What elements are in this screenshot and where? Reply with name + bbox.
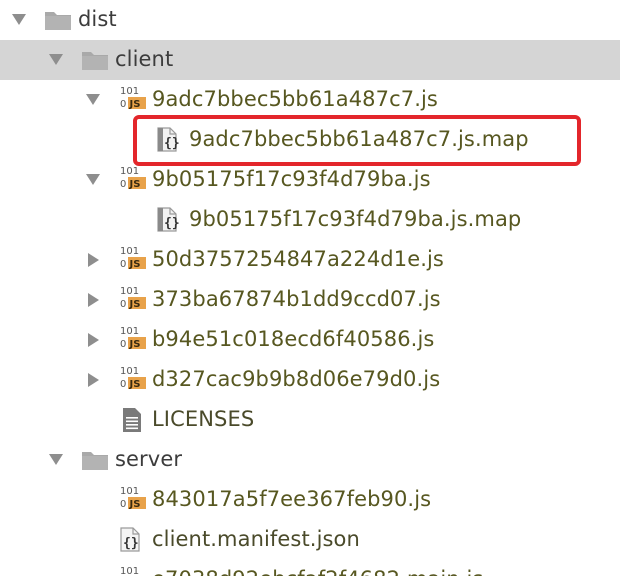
javascript-file-icon: 101 0JS xyxy=(118,245,148,277)
svg-text:101: 101 xyxy=(120,486,139,497)
tree-item-label: dist xyxy=(78,7,117,31)
tree-item-label: e7038d92ebcfaf2f4682.main.js xyxy=(152,567,483,576)
tree-file-row[interactable]: 1010JS e7038d92ebcfaf2f4682.main.js xyxy=(0,560,620,576)
svg-text:{}: {} xyxy=(123,536,139,551)
folder-icon xyxy=(81,449,109,475)
project-file-tree: dist client 101 0 JS 9adc7bbec5bb61a487c7.js{… xyxy=(0,0,620,576)
tree-item-label: 9b05175f17c93f4d79ba.js xyxy=(152,167,431,191)
javascript-file-icon: 101 0JS xyxy=(118,485,148,517)
svg-text:JS: JS xyxy=(129,379,141,390)
tree-item-label: client xyxy=(115,47,174,71)
svg-text:0: 0 xyxy=(120,259,126,270)
svg-text:JS: JS xyxy=(129,259,141,270)
tree-file-row[interactable]: 101 0 JS d327cac9b9b8d06e79d0.js xyxy=(0,360,620,400)
svg-text:101: 101 xyxy=(120,566,139,576)
svg-text:101: 101 xyxy=(120,326,139,337)
tree-item-label: 373ba67874b1dd9ccd07.js xyxy=(152,287,441,311)
svg-text:{}: {} xyxy=(164,216,180,231)
chevron-right-icon[interactable] xyxy=(88,333,99,347)
chevron-down-icon[interactable] xyxy=(12,14,26,25)
sourcemap-file-icon: {} xyxy=(155,206,181,238)
svg-text:101: 101 xyxy=(120,166,139,177)
tree-item-label: server xyxy=(115,447,183,471)
svg-text:101: 101 xyxy=(120,286,139,297)
tree-item-label: 9adc7bbec5bb61a487c7.js xyxy=(152,87,438,111)
javascript-file-icon: 101 0JS xyxy=(118,165,148,197)
text-file-icon xyxy=(121,406,143,438)
tree-item-label: 9adc7bbec5bb61a487c7.js.map xyxy=(189,127,529,151)
tree-item-label: 843017a5f7ee367feb90.js xyxy=(152,487,432,511)
svg-text:JS: JS xyxy=(129,499,141,510)
svg-text:0: 0 xyxy=(120,339,126,350)
tree-file-row[interactable]: 101 0 JS 373ba67874b1dd9ccd07.js xyxy=(0,280,620,320)
chevron-down-icon[interactable] xyxy=(86,94,100,105)
tree-folder-row[interactable]: server xyxy=(0,440,620,480)
tree-folder-row[interactable]: dist xyxy=(0,0,620,40)
folder-icon xyxy=(81,49,109,75)
tree-folder-row[interactable]: client xyxy=(0,40,620,80)
javascript-file-icon: 101 0JS xyxy=(118,325,148,357)
chevron-down-icon[interactable] xyxy=(49,454,63,465)
svg-text:{}: {} xyxy=(164,136,180,151)
svg-text:0: 0 xyxy=(120,299,126,310)
tree-file-row[interactable]: 101 0 JS 843017a5f7ee367feb90.js xyxy=(0,480,620,520)
svg-text:0: 0 xyxy=(120,99,126,110)
svg-text:JS: JS xyxy=(129,299,141,310)
javascript-file-icon: 101 0JS xyxy=(118,285,148,317)
svg-text:JS: JS xyxy=(129,179,141,190)
chevron-right-icon[interactable] xyxy=(88,253,99,267)
svg-text:0: 0 xyxy=(120,499,126,510)
javascript-file-icon: 101 0JS xyxy=(118,365,148,397)
tree-file-row[interactable]: {} client.manifest.json xyxy=(0,520,620,560)
svg-text:JS: JS xyxy=(129,339,141,350)
javascript-file-icon: 101 0JS xyxy=(118,85,148,117)
tree-file-row[interactable]: 101 0 JS 50d3757254847a224d1e.js xyxy=(0,240,620,280)
tree-file-row[interactable]: 101 0 JS 9adc7bbec5bb61a487c7.js xyxy=(0,80,620,120)
svg-text:0: 0 xyxy=(120,179,126,190)
svg-text:101: 101 xyxy=(120,246,139,257)
sourcemap-file-icon: {} xyxy=(155,126,181,158)
folder-icon xyxy=(44,9,72,35)
tree-item-label: client.manifest.json xyxy=(152,527,360,551)
tree-item-label: b94e51c018ecd6f40586.js xyxy=(152,327,435,351)
tree-file-row[interactable]: LICENSES xyxy=(0,400,620,440)
tree-item-label: 9b05175f17c93f4d79ba.js.map xyxy=(189,207,522,231)
svg-text:101: 101 xyxy=(120,366,139,377)
tree-file-row[interactable]: 101 0 JS b94e51c018ecd6f40586.js xyxy=(0,320,620,360)
tree-file-row[interactable]: {} 9b05175f17c93f4d79ba.js.map xyxy=(0,200,620,240)
chevron-right-icon[interactable] xyxy=(88,293,99,307)
svg-text:101: 101 xyxy=(120,86,139,97)
javascript-file-icon: 1010JS xyxy=(118,565,148,576)
tree-file-row[interactable]: {} 9adc7bbec5bb61a487c7.js.map xyxy=(0,120,620,160)
json-file-icon: {} xyxy=(118,526,144,558)
chevron-down-icon[interactable] xyxy=(86,174,100,185)
tree-item-label: d327cac9b9b8d06e79d0.js xyxy=(152,367,441,391)
tree-item-label: 50d3757254847a224d1e.js xyxy=(152,247,444,271)
chevron-right-icon[interactable] xyxy=(88,373,99,387)
svg-text:JS: JS xyxy=(129,99,141,110)
chevron-down-icon[interactable] xyxy=(49,54,63,65)
tree-item-label: LICENSES xyxy=(152,407,255,431)
svg-text:0: 0 xyxy=(120,379,126,390)
tree-file-row[interactable]: 101 0 JS 9b05175f17c93f4d79ba.js xyxy=(0,160,620,200)
